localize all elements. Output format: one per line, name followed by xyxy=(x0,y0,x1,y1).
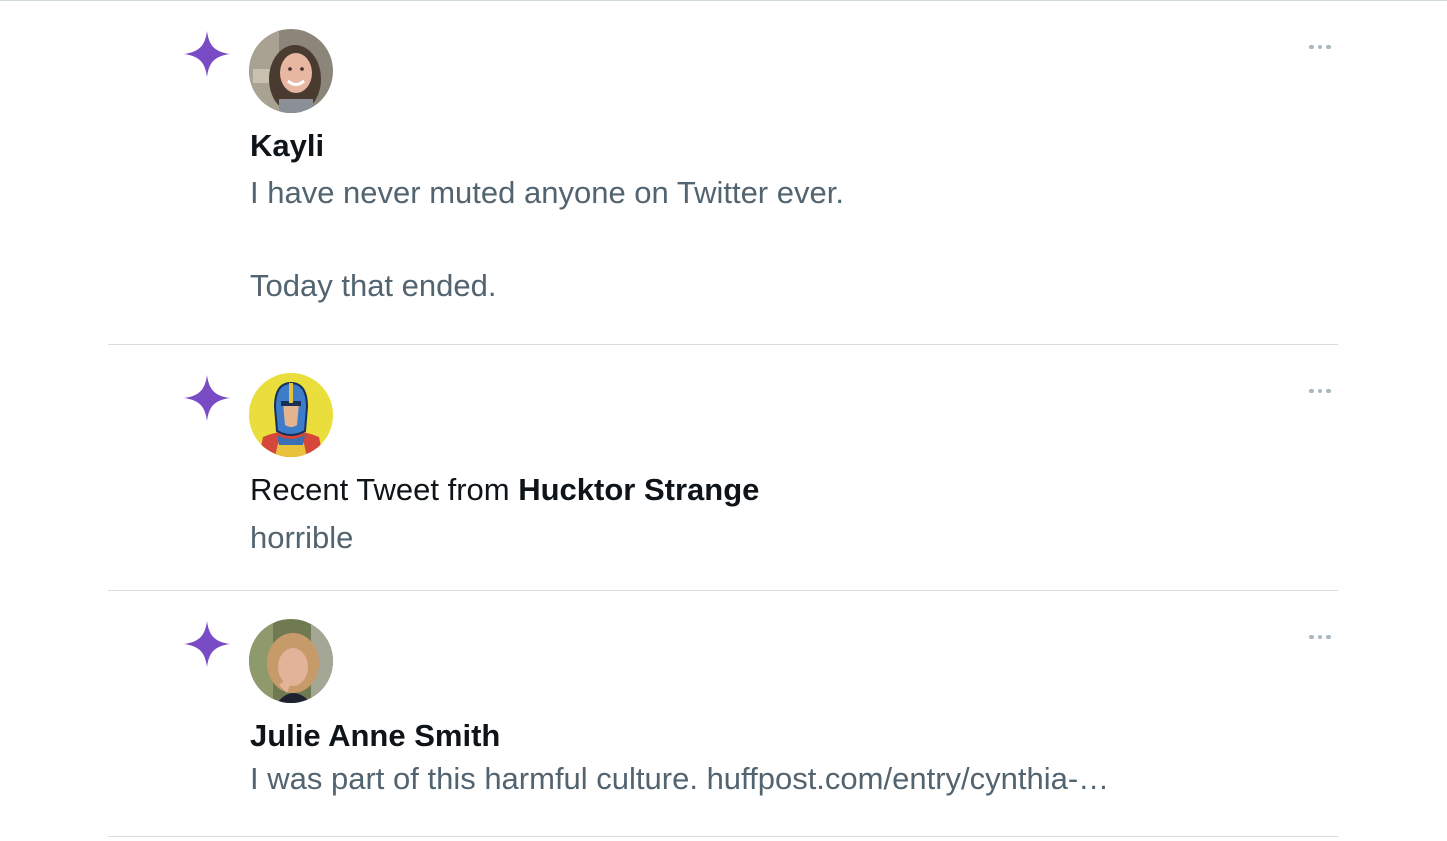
more-options-icon[interactable] xyxy=(1302,35,1338,59)
sparkle-icon xyxy=(184,621,230,667)
notification-title: Kayli xyxy=(250,128,324,164)
tweet-text: Today that ended. xyxy=(250,268,497,303)
user-name[interactable]: Kayli xyxy=(250,128,324,163)
more-options-icon[interactable] xyxy=(1302,379,1338,403)
user-name[interactable]: Julie Anne Smith xyxy=(250,718,500,753)
tweet-text: I have never muted anyone on Twitter eve… xyxy=(250,175,844,210)
notification-item[interactable]: Julie Anne Smith I was part of this harm… xyxy=(108,591,1338,837)
user-name[interactable]: Hucktor Strange xyxy=(518,472,759,507)
more-options-icon[interactable] xyxy=(1302,625,1338,649)
tweet-text: horrible xyxy=(250,520,354,555)
notifications-feed: Kayli I have never muted anyone on Twitt… xyxy=(0,0,1447,841)
notification-title: Julie Anne Smith xyxy=(250,718,500,754)
sparkle-icon xyxy=(184,375,230,421)
title-prefix: Recent Tweet from xyxy=(250,472,519,507)
avatar[interactable] xyxy=(249,619,333,703)
notification-item[interactable]: Recent Tweet from Hucktor Strange horrib… xyxy=(108,345,1338,591)
notification-item[interactable]: Kayli I have never muted anyone on Twitt… xyxy=(108,1,1338,345)
notification-title: Recent Tweet from Hucktor Strange xyxy=(250,472,759,508)
avatar[interactable] xyxy=(249,373,333,457)
sparkle-icon xyxy=(184,31,230,77)
tweet-text[interactable]: I was part of this harmful culture. huff… xyxy=(250,761,1109,797)
avatar[interactable] xyxy=(249,29,333,113)
